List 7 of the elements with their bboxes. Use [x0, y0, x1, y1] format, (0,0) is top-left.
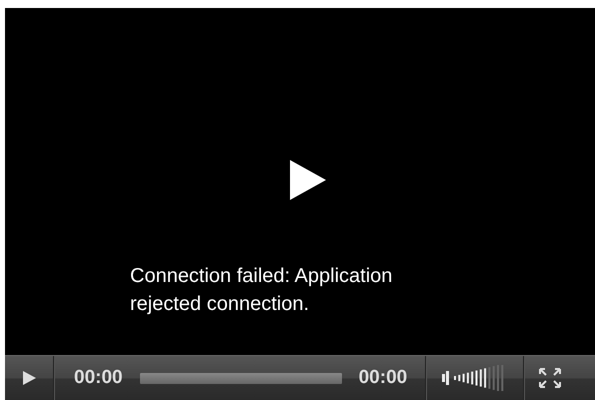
current-time: 00:00	[74, 367, 123, 389]
play-icon[interactable]	[21, 370, 37, 386]
fullscreen-icon[interactable]	[538, 367, 562, 389]
duration: 00:00	[358, 367, 408, 389]
play-icon[interactable]	[288, 158, 328, 202]
error-message: Connection failed: Application rejected connection.	[130, 264, 394, 317]
seek-bar[interactable]	[140, 372, 342, 384]
